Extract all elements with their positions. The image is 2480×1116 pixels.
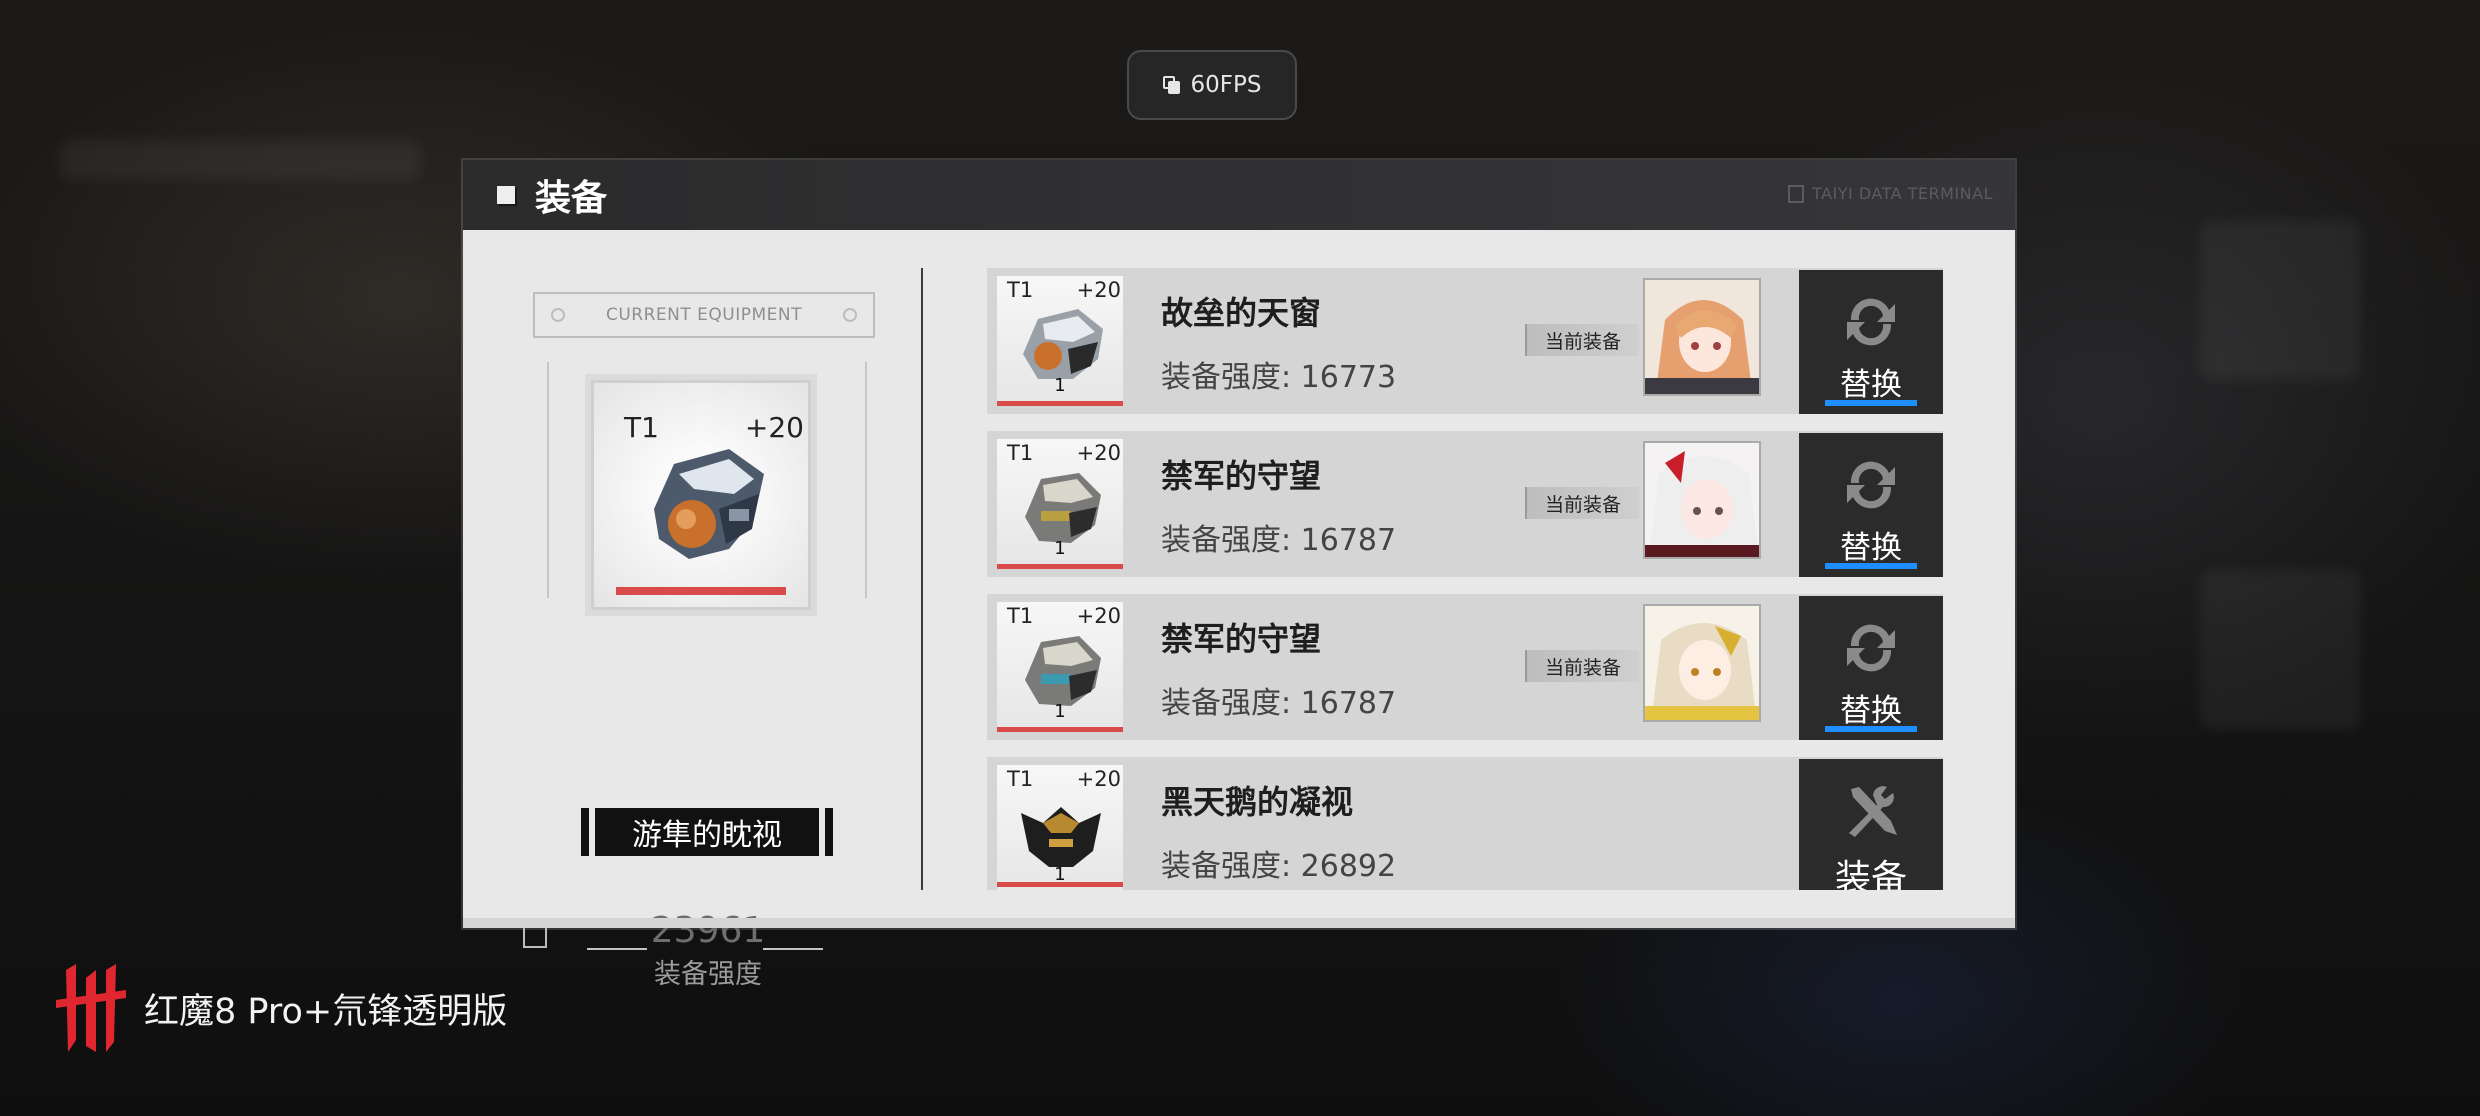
- terminal-icon: [1788, 184, 1805, 203]
- copy-icon: [1162, 76, 1181, 94]
- equipment-title: 禁军的守望: [1161, 457, 1322, 495]
- equipment-power-label: 装备强度: [654, 959, 762, 990]
- helmet-icon: [1025, 473, 1101, 543]
- fps-counter: 60FPS: [1127, 50, 1297, 120]
- terminal-text: TAIYI DATA TERMINAL: [1812, 184, 1993, 203]
- helmet-icon: [1025, 636, 1101, 706]
- replace-button[interactable]: 替换: [1799, 270, 1943, 414]
- dot-icon: [551, 308, 565, 322]
- equipment-thumbnail: T1 +20 1: [997, 602, 1123, 732]
- wrench-screwdriver-icon: [1849, 786, 1897, 837]
- current-equip-tag: 当前装备: [1525, 324, 1639, 356]
- equipment-panel: 装备 TAIYI DATA TERMINAL CURRENT EQUIPMENT…: [463, 160, 2015, 990]
- current-equipment-section: CURRENT EQUIPMENT T1 +20 游隼的眈视 23961 装备强…: [463, 230, 923, 990]
- equipment-score: 装备强度: 16787: [1161, 523, 1397, 558]
- header-square-icon: [497, 186, 515, 204]
- enhance-level: +20: [1076, 604, 1121, 628]
- count-label: 1: [1054, 538, 1066, 559]
- current-equipment-label: CURRENT EQUIPMENT: [533, 292, 875, 338]
- helmet-icon: [1021, 807, 1101, 867]
- dot-icon: [843, 308, 857, 322]
- progress-bar: [997, 727, 1123, 732]
- refresh-icon: [1847, 298, 1895, 346]
- progress-bar: [997, 401, 1123, 406]
- helmet-icon: [1023, 309, 1103, 379]
- character-portrait: [1643, 441, 1761, 559]
- replace-button-label: 替换: [1840, 693, 1902, 729]
- replace-button[interactable]: 替换: [1799, 433, 1943, 577]
- brand-watermark: 红魔8 Pro+氘锋透明版: [56, 960, 507, 1056]
- tier-label: T1: [1007, 278, 1034, 302]
- column-divider: [921, 268, 923, 890]
- equipment-title: 禁军的守望: [1161, 620, 1322, 658]
- equipment-row[interactable]: T1 +20 1 禁军的守望 装备强度: 16787 当前装备 替换: [987, 431, 1943, 577]
- current-equipment-text: CURRENT EQUIPMENT: [605, 305, 803, 325]
- equipment-thumbnail: T1 +20 1: [997, 765, 1123, 890]
- current-equip-tag: 当前装备: [1525, 487, 1639, 519]
- panel-header: 装备 TAIYI DATA TERMINAL: [463, 160, 2015, 230]
- equipment-title: 黑天鹅的凝视: [1161, 783, 1354, 821]
- equipment-score: 装备强度: 26892: [1161, 849, 1397, 884]
- equip-button-label: 装备: [1834, 858, 1907, 890]
- refresh-icon: [1847, 624, 1895, 672]
- equipment-row[interactable]: T1 +20 1 禁军的守望 装备强度: 16787 当前装备 替换: [987, 594, 1943, 740]
- equipment-title: 故垒的天窗: [1161, 294, 1322, 332]
- equipment-thumbnail: T1 +20 1: [997, 439, 1123, 569]
- equip-button[interactable]: 装备: [1799, 759, 1943, 890]
- enhance-level: +20: [1076, 278, 1121, 302]
- fps-text: 60FPS: [1190, 72, 1262, 98]
- character-portrait: [1643, 604, 1761, 722]
- current-equip-tag: 当前装备: [1525, 650, 1639, 682]
- current-equipment-card[interactable]: T1 +20: [591, 380, 811, 610]
- equipment-score: 装备强度: 16787: [1161, 686, 1397, 721]
- character-portrait: [1643, 278, 1761, 396]
- replace-button-label: 替换: [1840, 530, 1902, 566]
- count-label: 1: [1054, 375, 1066, 396]
- refresh-icon: [1847, 461, 1895, 509]
- replace-button[interactable]: 替换: [1799, 596, 1943, 740]
- tier-label: T1: [1007, 767, 1034, 791]
- panel-footer-line: [463, 918, 2015, 928]
- equipment-name: 游隼的眈视: [581, 808, 833, 856]
- helmet-icon: [654, 449, 764, 559]
- brand-text: 红魔8 Pro+氘锋透明版: [144, 991, 508, 1032]
- equipment-thumbnail: T1 +20 1: [997, 276, 1123, 406]
- progress-bar: [997, 882, 1123, 887]
- red-magic-logo: [56, 964, 126, 1052]
- count-label: 1: [1054, 701, 1066, 722]
- equipment-score: 装备强度: 16773: [1161, 360, 1397, 395]
- equipment-power-value: 23961: [650, 910, 766, 951]
- replace-button-label: 替换: [1840, 367, 1902, 403]
- enhance-level: +20: [1076, 767, 1121, 791]
- enhance-level: +20: [1076, 441, 1121, 465]
- equipment-row[interactable]: T1 +20 1 故垒的天窗 装备强度: 16773 当前装备 替换: [987, 268, 1943, 414]
- tier-label: T1: [1007, 441, 1034, 465]
- panel-title: 装备: [535, 178, 608, 219]
- progress-bar: [997, 564, 1123, 569]
- terminal-label: TAIYI DATA TERMINAL: [1788, 184, 1993, 203]
- tier-label: T1: [1007, 604, 1034, 628]
- progress-bar: [616, 587, 786, 595]
- equipment-row[interactable]: T1 +20 1 黑天鹅的凝视 装备强度: 26892 装备: [987, 757, 1943, 890]
